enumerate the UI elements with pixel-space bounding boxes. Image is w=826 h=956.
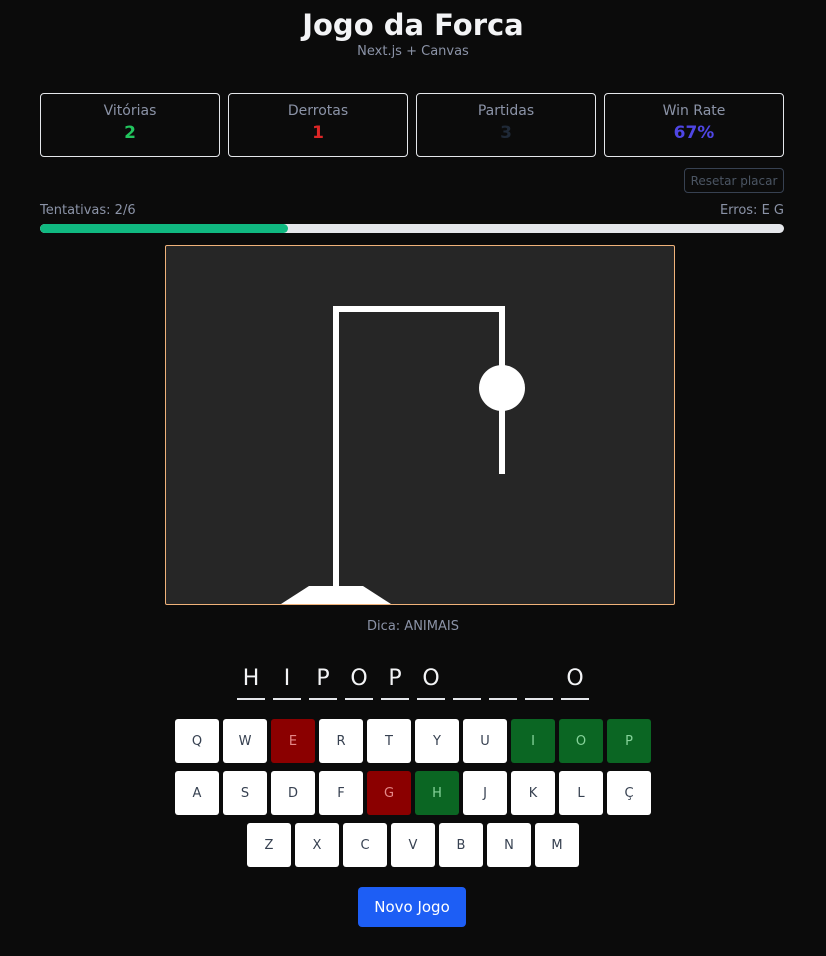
key-a[interactable]: A xyxy=(175,771,219,815)
hangman-body xyxy=(499,409,505,474)
gallows-drawing xyxy=(281,306,525,604)
hint-text: Dica: ANIMAIS xyxy=(367,619,459,634)
key-m[interactable]: M xyxy=(535,823,579,867)
key-i[interactable]: I xyxy=(511,719,555,763)
letter-slot: P xyxy=(309,664,337,700)
key-u[interactable]: U xyxy=(463,719,507,763)
key-ç[interactable]: Ç xyxy=(607,771,651,815)
key-f[interactable]: F xyxy=(319,771,363,815)
letter-slot: H xyxy=(237,664,265,700)
key-w[interactable]: W xyxy=(223,719,267,763)
keyboard-row: QWERTYUIOP xyxy=(0,719,826,763)
stat-card-losses: Derrotas 1 xyxy=(228,93,408,157)
letter-slot: O xyxy=(345,664,373,700)
stat-label: Vitórias xyxy=(103,103,157,119)
gallows-rope xyxy=(499,306,505,366)
key-g[interactable]: G xyxy=(367,771,411,815)
virtual-keyboard: QWERTYUIOP ASDFGHJKLÇ ZXCVBNM xyxy=(0,719,826,875)
stat-label: Win Rate xyxy=(662,103,726,119)
stat-label: Derrotas xyxy=(287,103,349,119)
keyboard-row: ZXCVBNM xyxy=(0,823,826,867)
letter-slot xyxy=(453,664,481,700)
key-l[interactable]: L xyxy=(559,771,603,815)
key-r[interactable]: R xyxy=(319,719,363,763)
key-v[interactable]: V xyxy=(391,823,435,867)
letter-slot: P xyxy=(381,664,409,700)
key-k[interactable]: K xyxy=(511,771,555,815)
key-z[interactable]: Z xyxy=(247,823,291,867)
progress-info: Tentativas: 2/6 Erros: E G xyxy=(40,203,784,218)
key-b[interactable]: B xyxy=(439,823,483,867)
gallows-beam xyxy=(333,306,505,312)
letter-slot xyxy=(489,664,517,700)
hangman-head xyxy=(479,365,525,411)
new-game-button[interactable]: Novo Jogo xyxy=(358,887,466,927)
key-p[interactable]: P xyxy=(607,719,651,763)
key-o[interactable]: O xyxy=(559,719,603,763)
key-q[interactable]: Q xyxy=(175,719,219,763)
stat-value: 2 xyxy=(124,123,136,143)
key-h[interactable]: H xyxy=(415,771,459,815)
key-j[interactable]: J xyxy=(463,771,507,815)
key-e[interactable]: E xyxy=(271,719,315,763)
letter-slot: O xyxy=(417,664,445,700)
letter-slot xyxy=(525,664,553,700)
word-display: HIPOPOO xyxy=(0,664,826,700)
key-n[interactable]: N xyxy=(487,823,531,867)
hangman-canvas xyxy=(165,245,675,605)
stat-card-wins: Vitórias 2 xyxy=(40,93,220,157)
stat-label: Partidas xyxy=(477,103,535,119)
gallows-pole xyxy=(333,306,339,592)
stat-value: 3 xyxy=(500,123,512,143)
key-x[interactable]: X xyxy=(295,823,339,867)
letter-slot: O xyxy=(561,664,589,700)
page-subtitle: Next.js + Canvas xyxy=(357,44,469,59)
attempts-text: Tentativas: 2/6 xyxy=(40,203,136,218)
reset-score-button[interactable]: Resetar placar xyxy=(684,168,784,193)
letter-slot: I xyxy=(273,664,301,700)
progress-fill xyxy=(40,224,288,233)
page-title: Jogo da Forca xyxy=(302,8,524,42)
stat-value: 1 xyxy=(312,123,324,143)
key-c[interactable]: C xyxy=(343,823,387,867)
header: Jogo da Forca Next.js + Canvas xyxy=(0,0,826,59)
key-t[interactable]: T xyxy=(367,719,411,763)
stat-value: 67% xyxy=(673,123,715,143)
progress-bar xyxy=(40,224,784,233)
key-d[interactable]: D xyxy=(271,771,315,815)
key-s[interactable]: S xyxy=(223,771,267,815)
stat-card-winrate: Win Rate 67% xyxy=(604,93,784,157)
keyboard-row: ASDFGHJKLÇ xyxy=(0,771,826,815)
stat-card-games: Partidas 3 xyxy=(416,93,596,157)
stats-panel: Vitórias 2 Derrotas 1 Partidas 3 Win Rat… xyxy=(40,93,784,157)
key-y[interactable]: Y xyxy=(415,719,459,763)
errors-text: Erros: E G xyxy=(719,203,784,218)
